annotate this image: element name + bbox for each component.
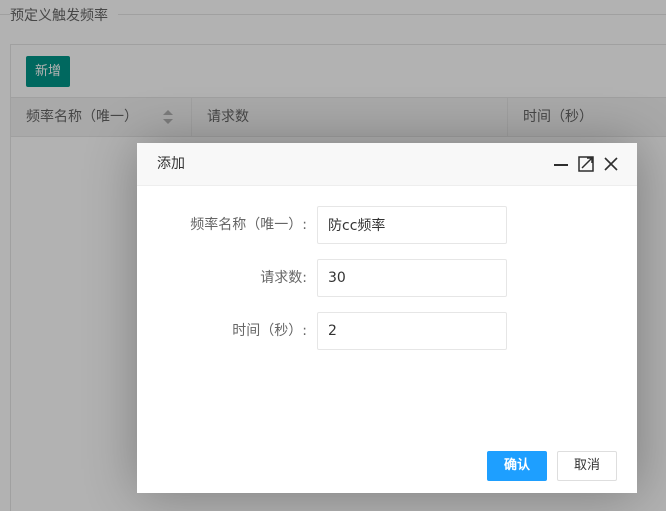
add-dialog: 添加 频率名称（唯一）: 请求数: bbox=[137, 143, 637, 493]
time-input[interactable] bbox=[317, 312, 507, 350]
page: 预定义触发频率 新增 频率名称（唯一） 请求数 时间（秒） 添加 频率名称（唯一… bbox=[0, 0, 666, 511]
time-label: 时间（秒）: bbox=[232, 323, 307, 339]
dialog-title: 添加 bbox=[157, 156, 185, 172]
form-row-time: 时间（秒）: bbox=[137, 312, 637, 350]
cancel-button[interactable]: 取消 bbox=[557, 451, 617, 481]
name-label: 频率名称（唯一）: bbox=[190, 217, 307, 233]
maximize-icon[interactable] bbox=[578, 156, 594, 172]
form-row-requests: 请求数: bbox=[137, 259, 637, 297]
form-row-name: 频率名称（唯一）: bbox=[137, 206, 637, 244]
requests-input[interactable] bbox=[317, 259, 507, 297]
name-input[interactable] bbox=[317, 206, 507, 244]
close-icon[interactable] bbox=[603, 156, 619, 172]
dialog-header: 添加 bbox=[137, 143, 637, 186]
minimize-icon[interactable] bbox=[553, 156, 569, 172]
confirm-button[interactable]: 确认 bbox=[487, 451, 547, 481]
requests-label: 请求数: bbox=[260, 270, 307, 286]
